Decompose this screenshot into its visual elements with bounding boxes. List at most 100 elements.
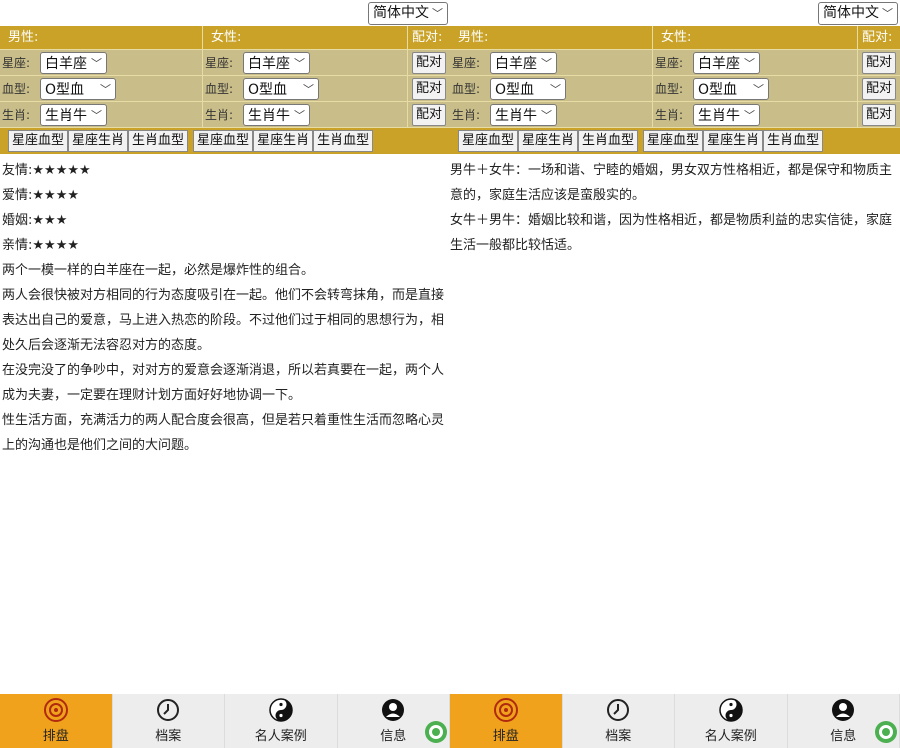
female-combo-button[interactable]: 生肖血型 xyxy=(313,130,374,152)
male-animal-label: 生肖: xyxy=(452,108,481,122)
result-paragraph: 在没完没了的争吵中，对对方的爱意会逐渐消退，所以若真要在一起，两个人成为夫妻，一… xyxy=(2,363,445,403)
rating-line: 亲情:★★★★ xyxy=(2,233,448,258)
male-blood-label: 血型: xyxy=(2,82,31,96)
combo-buttons-row: 星座血型 星座生肖 生肖血型 星座血型 星座生肖 生肖血型 xyxy=(0,128,450,154)
app-badge-icon xyxy=(875,721,897,743)
male-header: 男性: xyxy=(450,26,653,49)
female-animal-value: 生肖牛 xyxy=(248,107,290,124)
female-blood-label: 血型: xyxy=(205,82,234,96)
rating-label: 亲情: xyxy=(2,238,33,253)
pairing-form: 男性: 女性: 配对: 星座: 白羊座 ﹀ 星座: 白羊座 ﹀ 配对 血型: O型血… xyxy=(450,26,900,154)
female-blood-value: O型血 xyxy=(698,81,738,98)
tab-archive[interactable]: 档案 xyxy=(562,694,675,748)
pair-zodiac-button[interactable]: 配对 xyxy=(412,51,446,74)
female-blood-select[interactable]: O型血 ﹀ xyxy=(693,77,769,100)
female-combo-button[interactable]: 星座血型 xyxy=(643,130,704,152)
bagua-icon xyxy=(493,698,518,722)
chevron-down-icon: ﹀ xyxy=(541,56,552,70)
female-zodiac-select[interactable]: 白羊座 ﹀ xyxy=(243,51,310,74)
rating-label: 爱情: xyxy=(2,188,33,203)
female-zodiac-select[interactable]: 白羊座 ﹀ xyxy=(693,51,760,74)
female-header: 女性: xyxy=(653,26,858,49)
language-select[interactable]: 简体中文 ﹀ xyxy=(368,2,448,25)
form-header: 男性: 女性: 配对: xyxy=(450,26,900,50)
clock-icon xyxy=(607,699,630,721)
tab-label: 信息 xyxy=(380,729,407,744)
female-animal-select[interactable]: 生肖牛 ﹀ xyxy=(243,103,310,126)
female-combo-button[interactable]: 星座生肖 xyxy=(253,130,314,152)
combo-buttons-row: 星座血型 星座生肖 生肖血型 星座血型 星座生肖 生肖血型 xyxy=(450,128,900,154)
tab-celebrity-cases[interactable]: 名人案例 xyxy=(675,694,788,748)
pair-blood-button[interactable]: 配对 xyxy=(412,77,446,100)
male-combo-group: 星座血型 星座生肖 生肖血型 xyxy=(458,130,639,152)
male-header: 男性: xyxy=(0,26,203,49)
yin-yang-icon xyxy=(719,698,743,722)
female-animal-select[interactable]: 生肖牛 ﹀ xyxy=(693,103,760,126)
male-blood-select[interactable]: O型血 ﹀ xyxy=(490,77,566,100)
male-animal-select[interactable]: 生肖牛 ﹀ xyxy=(40,103,107,126)
language-value: 简体中文 xyxy=(373,5,429,21)
male-zodiac-select[interactable]: 白羊座 ﹀ xyxy=(40,51,107,74)
male-zodiac-value: 白羊座 xyxy=(45,55,87,72)
tab-label: 名人案例 xyxy=(254,729,307,744)
male-blood-value: O型血 xyxy=(495,81,535,98)
chevron-down-icon: ﹀ xyxy=(550,82,561,96)
rating-line: 友情:★★★★★ xyxy=(2,158,448,183)
language-value: 简体中文 xyxy=(823,5,879,21)
pair-header: 配对: xyxy=(862,30,893,45)
female-zodiac-label: 星座: xyxy=(655,56,684,70)
rating-stars: ★★★★ xyxy=(32,188,80,203)
male-animal-select[interactable]: 生肖牛 ﹀ xyxy=(490,103,557,126)
chevron-down-icon: ﹀ xyxy=(432,7,443,20)
male-combo-button[interactable]: 星座血型 xyxy=(8,130,69,152)
female-combo-button[interactable]: 星座生肖 xyxy=(703,130,764,152)
tab-celebrity-cases[interactable]: 名人案例 xyxy=(225,694,338,748)
male-combo-button[interactable]: 生肖血型 xyxy=(128,130,189,152)
male-blood-label: 血型: xyxy=(452,82,481,96)
pair-animal-button[interactable]: 配对 xyxy=(412,103,446,126)
tab-paipan[interactable]: 排盘 xyxy=(0,694,113,748)
female-blood-select[interactable]: O型血 ﹀ xyxy=(243,77,319,100)
chevron-down-icon: ﹀ xyxy=(294,108,305,122)
chevron-down-icon: ﹀ xyxy=(91,56,102,70)
blood-row: 血型: O型血 ﹀ 血型: O型血 ﹀ 配对 xyxy=(0,76,450,102)
chevron-down-icon: ﹀ xyxy=(303,82,314,96)
rating-label: 婚姻: xyxy=(2,213,33,228)
bottom-tab-bar: 排盘 档案 名人案例 信息 xyxy=(0,694,450,748)
clock-icon xyxy=(157,699,180,721)
pair-zodiac-button[interactable]: 配对 xyxy=(862,51,896,74)
pair-animal-button[interactable]: 配对 xyxy=(862,103,896,126)
male-combo-group: 星座血型 星座生肖 生肖血型 xyxy=(8,130,189,152)
rating-stars: ★★★★★ xyxy=(32,163,91,178)
chevron-down-icon: ﹀ xyxy=(882,7,893,20)
male-combo-button[interactable]: 星座生肖 xyxy=(68,130,129,152)
rating-stars: ★★★★ xyxy=(32,238,80,253)
chevron-down-icon: ﹀ xyxy=(744,108,755,122)
tab-label: 排盘 xyxy=(492,729,519,744)
male-zodiac-select[interactable]: 白羊座 ﹀ xyxy=(490,51,557,74)
pair-blood-button[interactable]: 配对 xyxy=(862,77,896,100)
male-blood-select[interactable]: O型血 ﹀ xyxy=(40,77,116,100)
male-blood-value: O型血 xyxy=(45,81,85,98)
user-icon xyxy=(382,699,405,721)
tab-archive[interactable]: 档案 xyxy=(112,694,225,748)
animal-row: 生肖: 生肖牛 ﹀ 生肖: 生肖牛 ﹀ 配对 xyxy=(450,102,900,128)
result-paragraph: 男牛＋女牛：一场和谐、宁睦的婚姻，男女双方性格相近，都是保守和物质主意的，家庭生… xyxy=(450,163,893,203)
bottom-tab-bar: 排盘 档案 名人案例 信息 xyxy=(450,694,900,748)
result-content: 男牛＋女牛：一场和谐、宁睦的婚姻，男女双方性格相近，都是保守和物质主意的，家庭生… xyxy=(450,154,900,258)
tab-label: 排盘 xyxy=(42,729,69,744)
tab-paipan[interactable]: 排盘 xyxy=(450,694,563,748)
user-icon xyxy=(832,699,855,721)
female-combo-button[interactable]: 星座血型 xyxy=(193,130,254,152)
male-zodiac-label: 星座: xyxy=(452,56,481,70)
chevron-down-icon: ﹀ xyxy=(541,108,552,122)
chevron-down-icon: ﹀ xyxy=(91,108,102,122)
male-combo-button[interactable]: 生肖血型 xyxy=(578,130,639,152)
female-combo-button[interactable]: 生肖血型 xyxy=(763,130,824,152)
app-badge-icon xyxy=(425,721,447,743)
female-header: 女性: xyxy=(203,26,408,49)
language-select[interactable]: 简体中文 ﹀ xyxy=(818,2,898,25)
male-combo-button[interactable]: 星座生肖 xyxy=(518,130,579,152)
male-combo-button[interactable]: 星座血型 xyxy=(458,130,519,152)
bagua-icon xyxy=(43,698,68,722)
